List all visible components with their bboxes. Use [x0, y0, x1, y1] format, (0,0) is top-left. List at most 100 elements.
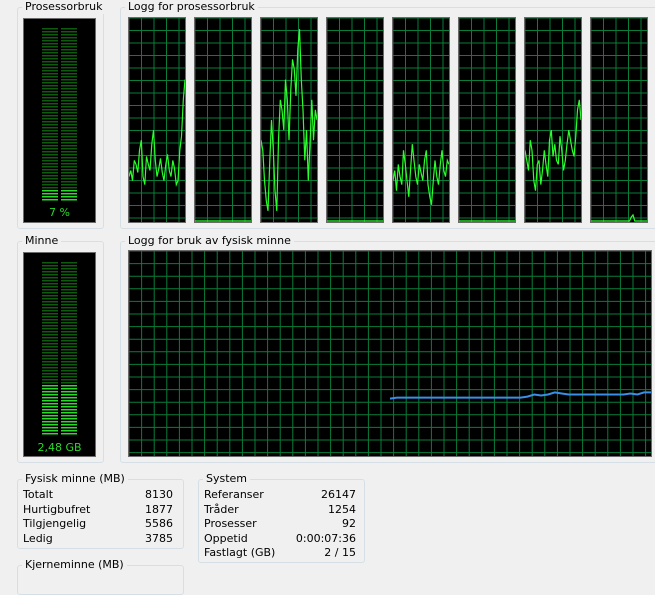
memory-value: 2,48 GB	[37, 441, 82, 454]
cpu-meter-segment	[61, 187, 77, 189]
physical-memory-row: Hurtigbufret 1877	[23, 503, 173, 517]
cpu-meter-segment	[61, 148, 77, 150]
physical-memory-title: Fysisk minne (MB)	[22, 472, 128, 486]
memory-meter-segment	[42, 400, 58, 402]
cpu-meter-segment	[42, 43, 58, 45]
cpu-meter-segment	[42, 64, 58, 66]
memory-meter-segment	[42, 262, 58, 264]
physical-memory-row: Tilgjengelig 5586	[23, 517, 173, 531]
cpu-meter-segment	[61, 40, 77, 42]
cpu-meter-segment	[61, 151, 77, 153]
cpu-meter-segment	[42, 181, 58, 183]
cpu-meter-segment	[61, 43, 77, 45]
memory-meter-segment	[42, 265, 58, 267]
memory-meter-segment	[42, 286, 58, 288]
memory-meter-segment	[42, 394, 58, 396]
cpu-meter-segment	[61, 196, 77, 198]
cpu-meter-segment	[42, 130, 58, 132]
memory-meter-segment	[42, 310, 58, 312]
cpu-meter-segment	[61, 31, 77, 33]
cpu-meter-segment	[42, 157, 58, 159]
cpu-meter-segment	[42, 73, 58, 75]
cpu-meter-segment	[61, 52, 77, 54]
memory-meter-segment	[42, 289, 58, 291]
cpu-meter-segment	[61, 184, 77, 186]
cpu-meter-segment	[61, 124, 77, 126]
memory-meter-segment	[61, 388, 77, 390]
cpu-core-graph	[524, 17, 582, 223]
cpu-core-usage-line	[261, 29, 317, 211]
memory-meter-segment	[42, 274, 58, 276]
cpu-meter-segment	[61, 46, 77, 48]
cpu-meter-segment	[42, 106, 58, 108]
memory-meter-segment	[42, 367, 58, 369]
system-value: 1254	[328, 502, 356, 516]
memory-meter-segment	[61, 355, 77, 357]
memory-title: Minne	[22, 234, 62, 248]
cpu-meter-segment	[42, 70, 58, 72]
memory-meter-segment	[61, 274, 77, 276]
system-row: Fastlagt (GB) 2 / 15	[204, 546, 356, 560]
cpu-meter-segment	[42, 145, 58, 147]
cpu-meter-segment	[42, 67, 58, 69]
cpu-core-graph	[590, 17, 648, 223]
kernel-memory-title: Kjerneminne (MB)	[22, 558, 127, 572]
cpu-meter-segment	[61, 79, 77, 81]
memory-meter-segment	[61, 433, 77, 435]
cpu-meter-segment	[42, 91, 58, 93]
cpu-meter-segment	[61, 157, 77, 159]
cpu-meter-segment	[61, 82, 77, 84]
memory-meter-segment	[42, 361, 58, 363]
memory-meter-segment	[61, 340, 77, 342]
physical-memory-label: Totalt	[23, 488, 54, 501]
memory-meter-segment	[42, 427, 58, 429]
system-value: 2 / 15	[324, 546, 356, 559]
cpu-core-usage-line	[393, 144, 449, 205]
cpu-meter-segment	[61, 160, 77, 162]
memory-meter-segment	[61, 391, 77, 393]
memory-meter-segment	[42, 325, 58, 327]
system-label: Prosesser	[204, 517, 257, 530]
cpu-meter-segment	[61, 121, 77, 123]
memory-meter-segment	[42, 271, 58, 273]
cpu-meter-segment	[42, 127, 58, 129]
memory-meter-segment	[61, 427, 77, 429]
cpu-meter-segment	[61, 97, 77, 99]
memory-meter-segment	[61, 421, 77, 423]
cpu-meter-segment	[42, 31, 58, 33]
cpu-meter-segment	[42, 79, 58, 81]
cpu-meter-segment	[61, 109, 77, 111]
memory-meter-segment	[61, 334, 77, 336]
cpu-meter-segment	[42, 100, 58, 102]
memory-meter-segment	[42, 283, 58, 285]
memory-meter-segment	[42, 376, 58, 378]
cpu-meter-segment	[61, 118, 77, 120]
system-row: Prosesser 92	[204, 517, 356, 531]
cpu-meter-segment	[42, 97, 58, 99]
memory-meter-segment	[42, 331, 58, 333]
system-group: System Referanser 26147 Tråder 1254 Prosesse…	[198, 472, 365, 563]
cpu-usage-group: Prosessorbruk 7 %	[17, 0, 106, 229]
cpu-core-graph	[128, 17, 186, 223]
cpu-meter-segment	[42, 76, 58, 78]
memory-meter-segment	[61, 394, 77, 396]
memory-meter-segment	[61, 400, 77, 402]
memory-meter-segment	[61, 337, 77, 339]
memory-meter-segment	[42, 403, 58, 405]
cpu-meter-segment	[61, 58, 77, 60]
memory-meter-segment	[61, 358, 77, 360]
memory-meter-segment	[42, 364, 58, 366]
memory-meter-segment	[42, 316, 58, 318]
cpu-meter-segment	[61, 55, 77, 57]
cpu-usage-meter: 7 %	[23, 18, 96, 223]
cpu-meter-segment	[42, 151, 58, 153]
memory-meter-segment	[61, 280, 77, 282]
memory-meter-segment	[42, 388, 58, 390]
cpu-meter-segment	[42, 49, 58, 51]
cpu-core-usage-line	[525, 99, 581, 191]
memory-meter-segment	[61, 265, 77, 267]
memory-meter-segment	[61, 370, 77, 372]
cpu-meter-segment	[42, 37, 58, 39]
cpu-meter-segment	[61, 145, 77, 147]
cpu-meter-segment	[61, 103, 77, 105]
